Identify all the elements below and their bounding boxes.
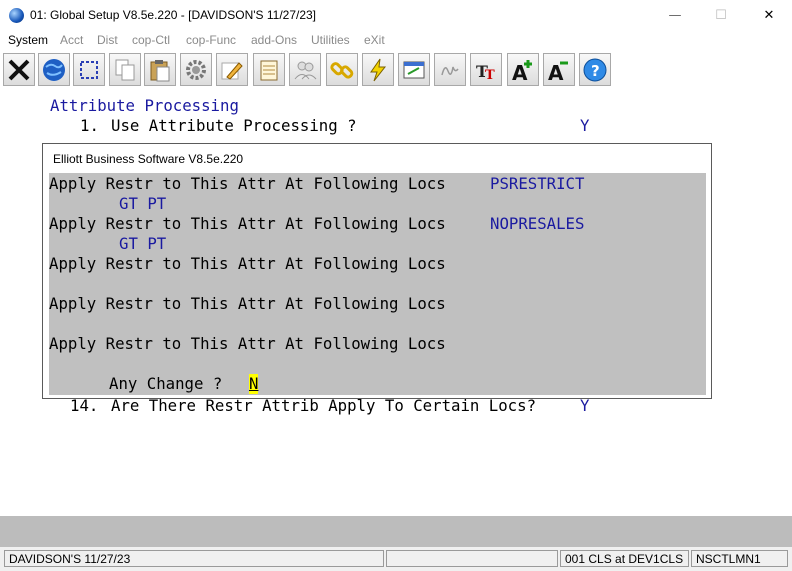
status-terminal: NSCTLMN1 bbox=[691, 550, 788, 567]
restr-row-2-label: Apply Restr to This Attr At Following Lo… bbox=[49, 214, 446, 233]
status-bar: DAVIDSON'S 11/27/23 001 CLS at DEV1CLS N… bbox=[0, 547, 792, 571]
menu-system[interactable]: System bbox=[8, 33, 48, 47]
status-company: DAVIDSON'S 11/27/23 bbox=[4, 550, 384, 567]
help-icon[interactable]: ? bbox=[579, 53, 611, 86]
minimize-icon: — bbox=[668, 8, 682, 23]
restr-row-1-locs[interactable]: GT PT bbox=[119, 194, 166, 214]
option-1-number: 1. bbox=[80, 116, 99, 135]
menu-dist[interactable]: Dist bbox=[97, 33, 118, 47]
attribute-locations-dialog: Elliott Business Software V8.5e.220 Appl… bbox=[42, 143, 712, 399]
globe-icon[interactable] bbox=[38, 53, 70, 86]
select-box-icon[interactable] bbox=[73, 53, 105, 86]
toolbar: TT A A ? bbox=[0, 50, 792, 90]
link-chain-icon[interactable] bbox=[326, 53, 358, 86]
any-change-prompt: Any Change ? bbox=[109, 374, 223, 393]
any-change-input[interactable]: N bbox=[249, 374, 259, 394]
lightning-icon[interactable] bbox=[362, 53, 394, 86]
restr-row-4-label: Apply Restr to This Attr At Following Lo… bbox=[49, 294, 446, 313]
restr-row-1-label: Apply Restr to This Attr At Following Lo… bbox=[49, 174, 446, 193]
settings-gear-icon[interactable] bbox=[180, 53, 212, 86]
edit-pencil-icon[interactable] bbox=[216, 53, 248, 86]
signature-icon[interactable] bbox=[434, 53, 466, 86]
maximize-icon: ☐ bbox=[715, 8, 727, 23]
option-14-number: 14. bbox=[70, 396, 99, 415]
close-x-icon[interactable] bbox=[3, 53, 35, 86]
svg-text:T: T bbox=[485, 68, 495, 83]
menu-cop-ctl[interactable]: cop-Ctl bbox=[132, 33, 170, 47]
document-edit-icon[interactable] bbox=[398, 53, 430, 86]
notepad-icon[interactable] bbox=[253, 53, 285, 86]
option-1-value[interactable]: Y bbox=[580, 116, 589, 136]
option-14-label: Are There Restr Attrib Apply To Certain … bbox=[111, 396, 537, 415]
copy-icon[interactable] bbox=[109, 53, 141, 86]
title-bar: 01: Global Setup V8.5e.220 - [DAVIDSON'S… bbox=[0, 0, 792, 31]
menu-exit[interactable]: eXit bbox=[364, 33, 385, 47]
dialog-body: Apply Restr to This Attr At Following Lo… bbox=[49, 173, 706, 395]
restr-row-3-label: Apply Restr to This Attr At Following Lo… bbox=[49, 254, 446, 273]
function-key-area bbox=[0, 516, 792, 547]
maximize-button[interactable]: ☐ bbox=[698, 0, 744, 31]
font-decrease-icon[interactable]: A bbox=[543, 53, 575, 86]
menu-cop-func[interactable]: cop-Func bbox=[186, 33, 236, 47]
restr-row-5-label: Apply Restr to This Attr At Following Lo… bbox=[49, 334, 446, 353]
status-message bbox=[386, 550, 558, 567]
close-icon: ✕ bbox=[763, 8, 775, 23]
menu-acct[interactable]: Acct bbox=[60, 33, 83, 47]
window-title: 01: Global Setup V8.5e.220 - [DAVIDSON'S… bbox=[30, 8, 317, 22]
font-type-icon[interactable]: TT bbox=[470, 53, 502, 86]
menu-utilities[interactable]: Utilities bbox=[311, 33, 350, 47]
dialog-title: Elliott Business Software V8.5e.220 bbox=[53, 152, 244, 166]
restr-row-2-locs[interactable]: GT PT bbox=[119, 234, 166, 254]
svg-text:?: ? bbox=[591, 62, 600, 80]
minimize-button[interactable]: — bbox=[652, 0, 698, 31]
users-icon[interactable] bbox=[289, 53, 321, 86]
paste-icon[interactable] bbox=[144, 53, 176, 86]
option-1-label: Use Attribute Processing ? bbox=[111, 116, 357, 135]
menu-add-ons[interactable]: add-Ons bbox=[251, 33, 297, 47]
restr-row-2-value[interactable]: NOPRESALES bbox=[490, 214, 584, 234]
status-location: 001 CLS at DEV1CLS bbox=[560, 550, 689, 567]
menu-bar: System Acct Dist cop-Ctl cop-Func add-On… bbox=[0, 31, 792, 50]
section-heading: Attribute Processing bbox=[50, 96, 239, 115]
app-globe-icon[interactable] bbox=[9, 8, 24, 23]
close-button[interactable]: ✕ bbox=[746, 0, 792, 31]
restr-row-1-value[interactable]: PSRESTRICT bbox=[490, 174, 584, 194]
option-14-value[interactable]: Y bbox=[580, 396, 589, 416]
font-increase-icon[interactable]: A bbox=[507, 53, 539, 86]
